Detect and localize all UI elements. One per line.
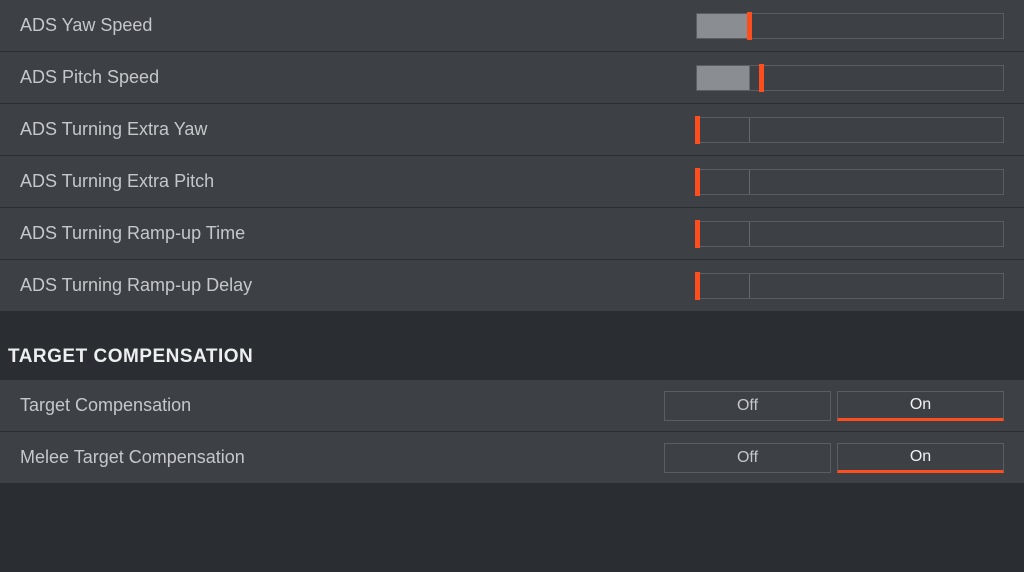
slider-label: ADS Turning Extra Yaw [20, 119, 674, 140]
slider[interactable] [696, 221, 1004, 247]
slider-handle[interactable] [695, 168, 700, 196]
slider-row: ADS Turning Ramp-up Delay [0, 260, 1024, 312]
slider[interactable] [696, 13, 1004, 39]
slider-row: ADS Turning Extra Pitch [0, 156, 1024, 208]
toggle-option-off[interactable]: Off [664, 391, 831, 421]
slider-handle[interactable] [695, 220, 700, 248]
slider-wrap [674, 221, 1004, 247]
slider-handle[interactable] [747, 12, 752, 40]
slider-tick [749, 170, 750, 194]
slider-row: ADS Pitch Speed [0, 52, 1024, 104]
slider[interactable] [696, 117, 1004, 143]
slider[interactable] [696, 273, 1004, 299]
toggle-group: OffOn [664, 391, 1004, 421]
section-header-target-compensation: TARGET COMPENSATION [0, 334, 1024, 380]
slider-wrap [674, 169, 1004, 195]
slider-row: ADS Turning Ramp-up Time [0, 208, 1024, 260]
slider-wrap [674, 117, 1004, 143]
slider-row: ADS Yaw Speed [0, 0, 1024, 52]
slider[interactable] [696, 65, 1004, 91]
slider-wrap [674, 273, 1004, 299]
slider-fill [697, 14, 749, 38]
slider-label: ADS Yaw Speed [20, 15, 674, 36]
slider-label: ADS Turning Ramp-up Delay [20, 275, 674, 296]
settings-panel: ADS Yaw Speed ADS Pitch Speed ADS Turning … [0, 0, 1024, 484]
slider[interactable] [696, 169, 1004, 195]
slider-tick [749, 66, 750, 90]
slider-wrap [674, 65, 1004, 91]
slider-tick [749, 274, 750, 298]
slider-handle[interactable] [759, 64, 764, 92]
toggle-option-off[interactable]: Off [664, 443, 831, 473]
toggle-label: Melee Target Compensation [20, 447, 664, 468]
toggle-group: OffOn [664, 443, 1004, 473]
toggle-row: Target CompensationOffOn [0, 380, 1024, 432]
toggle-option-on[interactable]: On [837, 391, 1004, 421]
slider-label: ADS Turning Ramp-up Time [20, 223, 674, 244]
slider-wrap [674, 13, 1004, 39]
section-gap [0, 312, 1024, 334]
toggle-row: Melee Target CompensationOffOn [0, 432, 1024, 484]
slider-handle[interactable] [695, 272, 700, 300]
slider-tick [749, 222, 750, 246]
slider-tick [749, 118, 750, 142]
toggles-section: Target CompensationOffOnMelee Target Com… [0, 380, 1024, 484]
slider-label: ADS Turning Extra Pitch [20, 171, 674, 192]
slider-row: ADS Turning Extra Yaw [0, 104, 1024, 156]
toggle-option-on[interactable]: On [837, 443, 1004, 473]
slider-handle[interactable] [695, 116, 700, 144]
slider-label: ADS Pitch Speed [20, 67, 674, 88]
sliders-section: ADS Yaw Speed ADS Pitch Speed ADS Turning … [0, 0, 1024, 312]
toggle-label: Target Compensation [20, 395, 664, 416]
slider-fill [697, 66, 749, 90]
